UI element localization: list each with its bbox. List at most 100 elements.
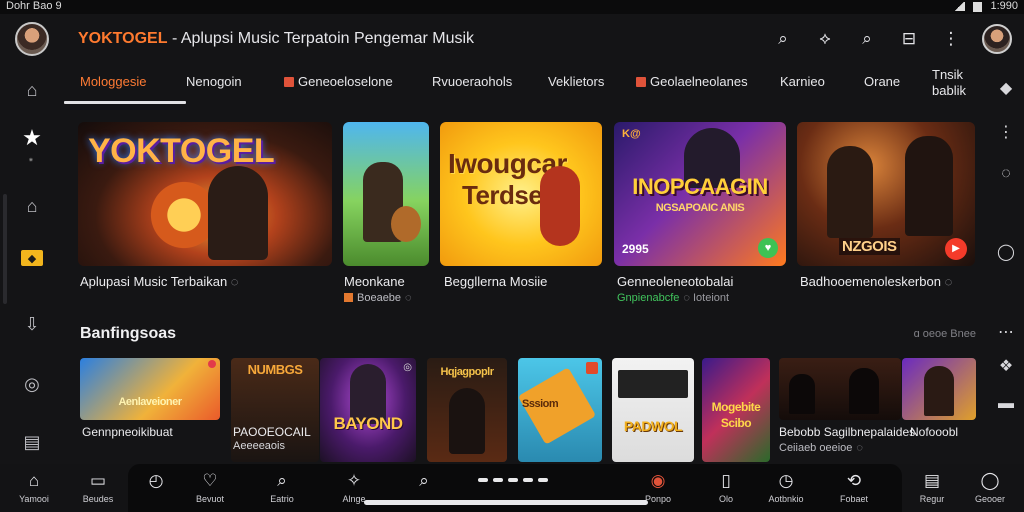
gift-icon[interactable]: ❖ xyxy=(994,354,1018,378)
tab-tnsik-bablik[interactable]: Tnsik bablik xyxy=(932,67,978,99)
section-more-link[interactable]: ɑ oeoe Bnee xyxy=(914,328,976,340)
page-indicator xyxy=(478,478,548,482)
nav-label: Fobaet xyxy=(839,494,869,504)
library-icon[interactable]: ⊟ xyxy=(888,22,930,56)
heart-icon[interactable]: ♥ xyxy=(758,238,778,258)
square-icon xyxy=(344,293,353,302)
tile-title: Gennpneoikibuat xyxy=(82,425,173,439)
tab-nenogoin[interactable]: Nenogoin xyxy=(186,74,242,89)
tab-orane[interactable]: Orane xyxy=(864,74,900,89)
featured-sub: Gnpienabcfe ◌ Ioteiont xyxy=(617,292,729,304)
status-bar: Dohr Bao 9 1:990 xyxy=(0,0,1024,14)
poster-title: INOPCAAGIN xyxy=(632,174,768,199)
tile[interactable] xyxy=(779,358,901,420)
tile[interactable] xyxy=(902,358,976,420)
tab-rvuoeraohols[interactable]: Rvuoeraohols xyxy=(432,74,512,89)
tile-poster-text: Mogebite xyxy=(711,400,761,414)
loading-icon: ◌ xyxy=(230,274,239,289)
avatar[interactable] xyxy=(15,22,49,56)
chat-icon[interactable]: ◌ xyxy=(994,162,1018,186)
tab-karnieo[interactable]: Karnieo xyxy=(780,74,825,89)
more-horiz-icon[interactable]: ⋯ xyxy=(994,320,1018,344)
nav-item-search-small[interactable]: ⌕ xyxy=(394,470,454,494)
signal-icon xyxy=(953,2,966,11)
featured-card[interactable]: YOKTOGEL xyxy=(78,122,332,266)
status-right: 1:990 xyxy=(953,0,1018,13)
tab-veklietors[interactable]: Veklietors xyxy=(548,74,604,89)
search-icon[interactable]: ⌕ xyxy=(762,22,804,56)
tab-geneoeloselone[interactable]: Geneoeloselone xyxy=(284,74,393,89)
avatar[interactable] xyxy=(982,24,1012,54)
tile[interactable]: Sssiom xyxy=(518,358,602,462)
folder-icon[interactable]: ▤ xyxy=(18,428,46,456)
more-vert-icon[interactable]: ⋮ xyxy=(994,120,1018,144)
tile[interactable]: Hqjagpoplr xyxy=(427,358,507,462)
tab-mologgesie[interactable]: Mologgesie xyxy=(80,74,147,89)
nav-item-search[interactable]: ⌕ Eatrio xyxy=(252,470,312,504)
tab-geolaelneolanes[interactable]: Geolaelneolanes xyxy=(636,74,748,89)
tile[interactable]: PADWOL xyxy=(612,358,694,462)
nav-item-library[interactable]: ▤ Regur xyxy=(902,470,962,504)
left-scrollbar[interactable] xyxy=(3,194,7,304)
featured-card[interactable] xyxy=(343,122,429,266)
featured-sub-text: Gnpienabcfe xyxy=(617,292,680,304)
status-left-text: Dohr Bao 9 xyxy=(6,0,62,12)
tab-icon xyxy=(284,77,294,87)
swirl-icon[interactable]: ◎ xyxy=(18,370,46,398)
tile-poster-text: Aenlaveioner xyxy=(118,396,182,408)
tile-title: Bebobb Sagilbnepalaides xyxy=(779,425,916,439)
nav-item-record[interactable]: ◉ Ponpo xyxy=(628,470,688,504)
loading-icon: ◌ xyxy=(683,292,690,304)
search-small-icon: ⌕ xyxy=(419,471,429,490)
nav-item-favorites[interactable]: ♡ Bevuot xyxy=(180,470,240,504)
nav-label: Olo xyxy=(718,494,733,504)
play-icon[interactable]: ▶ xyxy=(945,238,967,260)
tab-active-indicator xyxy=(64,101,186,104)
featured-title: Genneoleneotobalai xyxy=(617,274,734,289)
brand-name: YOKTOGEL xyxy=(78,30,168,47)
nav-label: Yamooi xyxy=(19,494,49,504)
gesture-home-bar[interactable] xyxy=(364,500,648,505)
star-icon[interactable]: ★ xyxy=(18,124,46,152)
tile-poster-text: NUMBGS xyxy=(247,362,303,377)
nav-item-account[interactable]: ◯ Geooer xyxy=(960,470,1020,504)
nav-label: Eatrio xyxy=(270,494,294,504)
more-vert-icon[interactable]: ⋮ xyxy=(930,22,972,56)
badge-icon xyxy=(586,362,598,374)
featured-card[interactable]: NZGOIS ▶ xyxy=(797,122,975,266)
poster-figure xyxy=(208,166,268,260)
nav-item-sparkle[interactable]: ✧ Alnge xyxy=(324,470,384,504)
nav-item-device[interactable]: ▯ Olo xyxy=(696,470,756,504)
poster-title: YOKTOGEL xyxy=(88,132,275,170)
home-icon[interactable]: ⌂ xyxy=(18,76,46,104)
guitar-icon xyxy=(391,206,421,242)
loading-icon: ◌ xyxy=(856,442,863,454)
nav-label: Aotbnkio xyxy=(768,494,804,504)
search-icon[interactable]: ⌕ xyxy=(846,22,888,56)
cast-icon[interactable]: ⟡ xyxy=(804,22,846,56)
settings-icon[interactable]: ◎ xyxy=(403,362,412,373)
status-time: 1:990 xyxy=(990,0,1018,12)
tab-label: Geolaelneolanes xyxy=(650,74,748,89)
tile[interactable]: BAYOND ◎ xyxy=(320,358,416,462)
diamond-icon[interactable]: ◆ xyxy=(994,76,1018,100)
nav-item-history[interactable]: ⟲ Fobaet xyxy=(824,470,884,504)
chat-bubble-icon[interactable]: ▬ xyxy=(994,392,1018,416)
home-outline-icon[interactable]: ⌂ xyxy=(18,192,46,220)
featured-card[interactable]: Iwougcar Terdse xyxy=(440,122,602,266)
nav-label: Regur xyxy=(919,494,945,504)
nav-item-browse[interactable]: ▭ Beudes xyxy=(68,470,128,504)
circle-icon[interactable]: ◯ xyxy=(994,240,1018,264)
featured-card[interactable]: K@ INOPCAAGIN NGSAPOAIC ANIS 2995 ♥ xyxy=(614,122,786,266)
badge-icon[interactable]: ◆ xyxy=(21,250,43,266)
nav-item-home[interactable]: ⌂ Yamooi xyxy=(4,470,64,504)
record-icon: ◉ xyxy=(650,471,666,490)
nav-item-clock[interactable]: ◷ Aotbnkio xyxy=(756,470,816,504)
tile[interactable]: Mogebite Scibo xyxy=(702,358,770,462)
header-actions: ⌕ ⟡ ⌕ ⊟ ⋮ xyxy=(762,22,1012,56)
download-icon[interactable]: ⇩ xyxy=(18,310,46,338)
tile-poster-text: Hqjagpoplr xyxy=(440,366,494,378)
nav-item-discover[interactable]: ◴ xyxy=(126,470,186,494)
right-rail: ◆ ⋮ ◌ ◯ ⋯ ❖ ▬ xyxy=(988,64,1024,464)
tile[interactable]: Aenlaveioner xyxy=(80,358,220,420)
